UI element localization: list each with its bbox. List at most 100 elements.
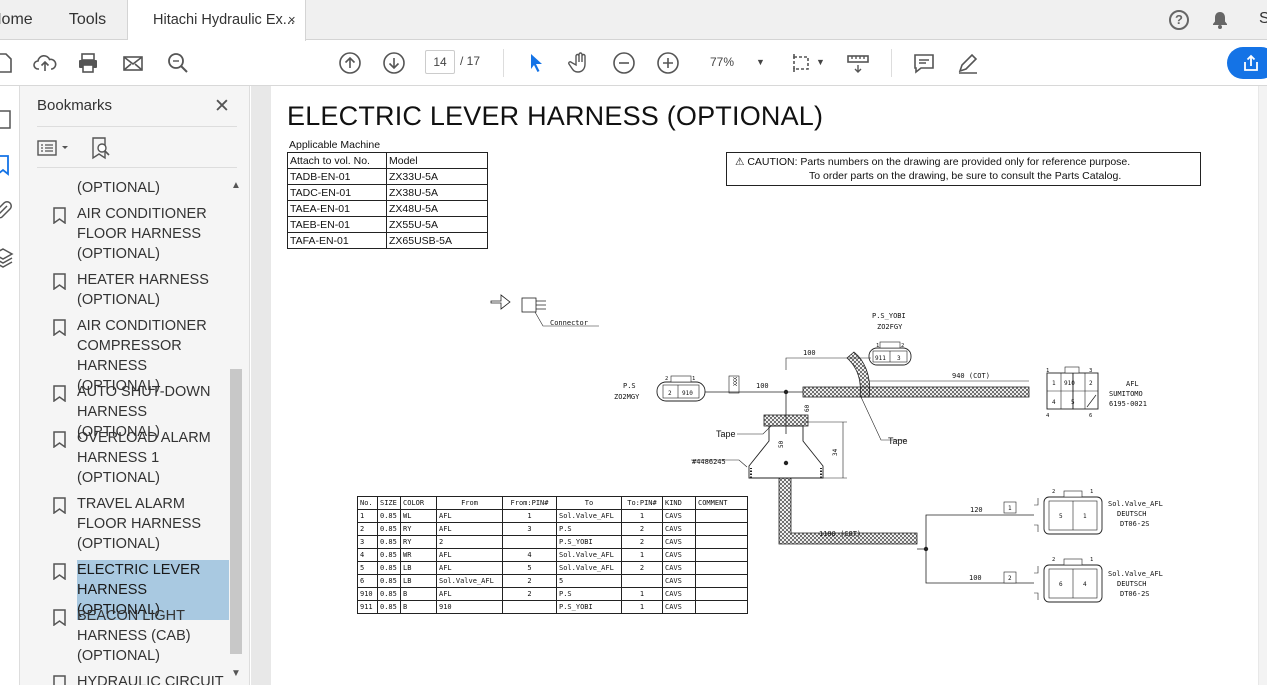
zoom-in-icon[interactable] [656, 51, 680, 75]
search-zoom-icon[interactable] [166, 51, 190, 75]
table-cell: RY [400, 535, 437, 549]
table-header: From [436, 496, 503, 510]
bookmark-label: TRAVEL ALARM FLOOR HARNESS (OPTIONAL) [77, 496, 202, 552]
ps-yobi-part: ZO2FGY [877, 323, 903, 331]
find-bookmark-icon[interactable] [90, 136, 112, 160]
user-avatar[interactable]: S [1259, 10, 1267, 28]
zoom-out-icon[interactable] [612, 51, 636, 75]
bookmark-label: AIR CONDITIONER FLOOR HARNESS (OPTIONAL) [77, 206, 207, 262]
upload-cloud-icon[interactable] [33, 51, 57, 75]
table-cell: CAVS [662, 509, 696, 523]
tape-left-label: Tape [716, 429, 736, 439]
create-pdf-icon[interactable] [0, 51, 16, 75]
document-scrollbar[interactable] [1259, 86, 1267, 685]
table-row: 1 0.85 WL AFL 1 Sol.Valve_AFL 1 CAVS [357, 509, 748, 523]
dim-100-bottom: 100 [969, 574, 982, 582]
scroll-up-icon[interactable]: ▲ [231, 180, 241, 191]
svg-text:3: 3 [897, 355, 901, 362]
table-cell: 2 [502, 574, 557, 588]
measure-ruler-icon[interactable] [846, 51, 870, 75]
table-cell [695, 548, 748, 562]
email-icon[interactable] [121, 51, 145, 75]
table-cell: 2 [502, 587, 557, 601]
ps-label: P.S [623, 382, 636, 390]
dim-1180: 1180 (COT) [819, 530, 861, 538]
table-cell: AFL [436, 509, 503, 523]
table-cell: P.S_YOBI [556, 535, 622, 549]
table-cell: WL [400, 509, 437, 523]
table-cell [695, 522, 748, 536]
layers-icon[interactable] [0, 246, 14, 268]
table-cell: LB [400, 561, 437, 575]
svg-text:1: 1 [692, 376, 695, 382]
table-cell: CAVS [662, 535, 696, 549]
notification-bell-icon[interactable] [1210, 10, 1230, 30]
svg-text:1: 1 [1046, 368, 1049, 374]
table-cell: 0.85 [377, 509, 401, 523]
svg-text:2: 2 [1089, 380, 1093, 387]
bookmarks-panel-icon[interactable] [0, 154, 14, 176]
table-row: 2 0.85 RY AFL 3 P.S 2 CAVS [357, 522, 748, 536]
tab-document[interactable]: Hitachi Hydraulic Ex... × [128, 0, 306, 41]
comment-icon[interactable] [912, 51, 936, 75]
ps-yobi-label: P.S_YOBI [872, 312, 906, 320]
close-panel-icon[interactable]: ✕ [214, 95, 230, 118]
wire-table: No. SIZE COLOR From From:PIN# To To:PIN#… [357, 496, 748, 614]
svg-text:1: 1 [1083, 513, 1087, 520]
share-icon [1244, 54, 1258, 71]
tag-1: 1 [1008, 505, 1012, 512]
page-number-input[interactable]: 14 [425, 50, 455, 74]
print-icon[interactable] [76, 51, 100, 75]
page-fit-dropdown-chevron-icon[interactable]: ▼ [816, 50, 825, 74]
table-cell: 0.85 [377, 587, 401, 601]
harness-trunk [802, 386, 1030, 398]
table-row: 5 0.85 LB AFL 5 Sol.Valve_AFL 2 CAVS [357, 561, 748, 575]
bookmarks-scrollbar[interactable]: ▲ ▼ [230, 174, 242, 685]
tab-home[interactable]: Home [0, 0, 48, 40]
previous-page-icon[interactable] [338, 51, 362, 75]
next-page-icon[interactable] [382, 51, 406, 75]
table-cell: AFL [436, 548, 503, 562]
attachments-icon[interactable] [0, 200, 14, 222]
draw-pen-icon[interactable] [956, 51, 980, 75]
afl-label: AFL [1126, 380, 1139, 388]
table-cell: CAVS [662, 587, 696, 601]
document-viewer[interactable]: ELECTRIC LEVER HARNESS (OPTIONAL) Applic… [251, 86, 1267, 685]
table-cell: 0.85 [377, 522, 401, 536]
table-cell: RY [400, 522, 437, 536]
table-cell: AFL [436, 522, 503, 536]
table-cell: 6 [357, 574, 378, 588]
page-thumbnails-icon[interactable] [0, 108, 14, 130]
table-cell: 1 [621, 587, 663, 601]
bookmark-icon [53, 563, 66, 580]
svg-text:1: 1 [1052, 380, 1056, 387]
table-cell [695, 574, 748, 588]
zoom-dropdown-chevron-icon[interactable]: ▼ [756, 50, 765, 74]
scroll-down-icon[interactable]: ▼ [231, 668, 241, 679]
select-cursor-icon[interactable] [524, 51, 548, 75]
table-cell [621, 574, 663, 588]
connector-label: Connector [550, 319, 588, 327]
table-cell [695, 600, 748, 614]
svg-text:2: 2 [1052, 557, 1055, 563]
table-row: 6 0.85 LB Sol.Valve_AFL 2 5 CAVS [357, 574, 748, 588]
svg-text:1: 1 [876, 343, 879, 349]
table-header: To:PIN# [621, 496, 663, 510]
page-fit-icon[interactable] [790, 51, 814, 75]
help-icon[interactable]: ? [1169, 10, 1189, 30]
tag-2: 2 [1008, 575, 1012, 582]
bookmark-label: HYDRAULIC CIRCUIT [77, 674, 224, 685]
bookmark-options-icon[interactable] [37, 138, 71, 158]
tab-close-icon[interactable]: × [288, 0, 296, 40]
hand-tool-icon[interactable] [568, 51, 592, 75]
table-cell: Sol.Valve_AFL [556, 509, 622, 523]
table-header-row: No. SIZE COLOR From From:PIN# To To:PIN#… [357, 496, 748, 510]
scrollbar-thumb[interactable] [230, 369, 242, 654]
dim-100-top: 100 [803, 349, 816, 357]
table-cell: CAVS [662, 600, 696, 614]
table-cell [502, 535, 557, 549]
tab-tools[interactable]: Tools [48, 0, 128, 40]
table-header: No. [357, 496, 378, 510]
table-cell: 4 [502, 548, 557, 562]
share-button[interactable] [1227, 47, 1267, 79]
